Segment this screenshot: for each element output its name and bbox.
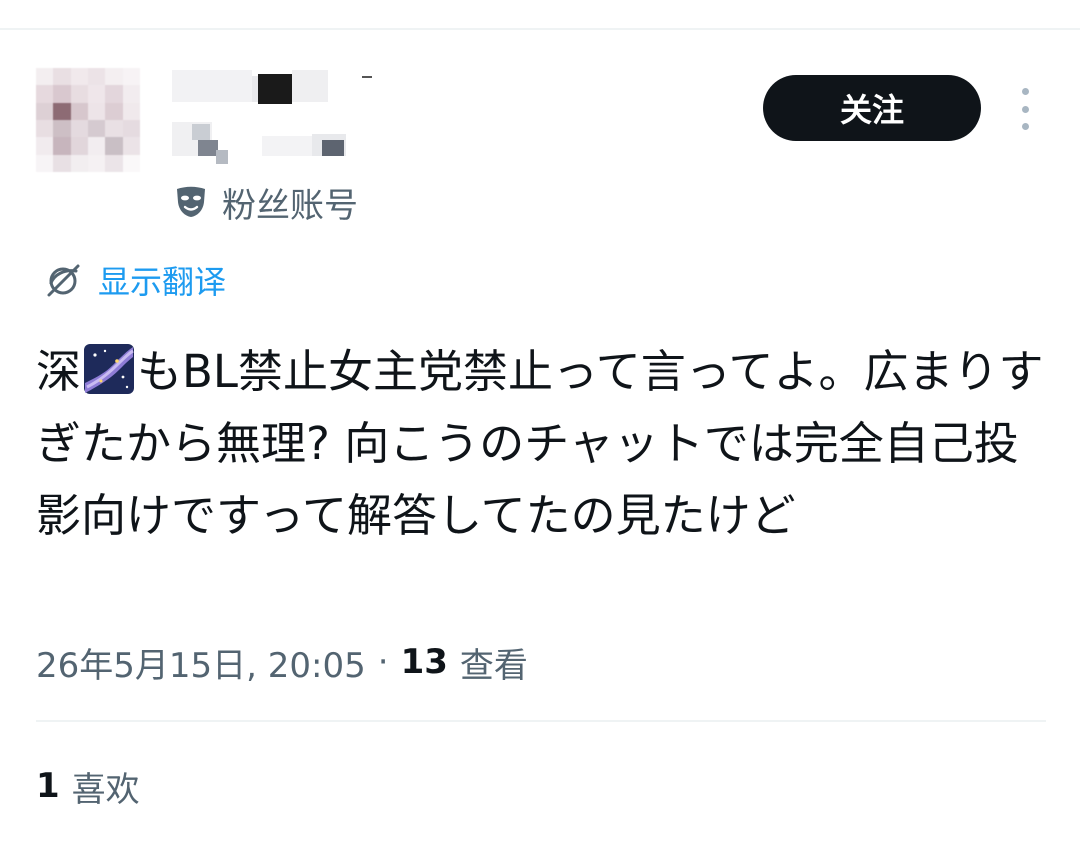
mask-icon bbox=[177, 186, 205, 217]
translate-globe-icon bbox=[47, 264, 80, 297]
likes-label: 喜欢 bbox=[71, 769, 140, 810]
milky-way-emoji-icon bbox=[84, 344, 135, 394]
top-divider bbox=[0, 28, 1080, 30]
more-options-icon[interactable] bbox=[1010, 88, 1040, 130]
tweet-meta: 26年5月15日, 20:05 · 13 查看 bbox=[36, 636, 528, 688]
timestamp[interactable]: 26年5月15日, 20:05 bbox=[36, 638, 366, 687]
show-translation-label: 显示翻译 bbox=[98, 263, 227, 301]
fan-account-badge: 粉丝账号 bbox=[174, 178, 358, 226]
tweet-text-start: 深 bbox=[36, 345, 82, 398]
fan-account-label: 粉丝账号 bbox=[222, 185, 358, 226]
likes-count: 1 bbox=[36, 766, 60, 806]
divider bbox=[36, 720, 1046, 722]
views-count: 13 bbox=[400, 642, 448, 682]
likes-stat[interactable]: 1 喜欢 bbox=[36, 760, 140, 812]
tweet-text-rest: もBL禁止女主党禁止って言ってよ。広まりすぎたから無理? 向こうのチャットでは完… bbox=[36, 345, 1044, 542]
views-label: 查看 bbox=[459, 645, 528, 686]
meta-separator: · bbox=[377, 642, 389, 682]
censored-user-name[interactable] bbox=[172, 70, 382, 170]
follow-button[interactable]: 关注 bbox=[763, 75, 981, 141]
show-translation-link[interactable]: 显示翻译 bbox=[44, 256, 226, 304]
avatar[interactable] bbox=[36, 68, 140, 172]
tweet-text: 深 もBL禁止女主党禁止って言ってよ。広まりすぎたから無理? 向こうのチャットで… bbox=[36, 336, 1046, 552]
